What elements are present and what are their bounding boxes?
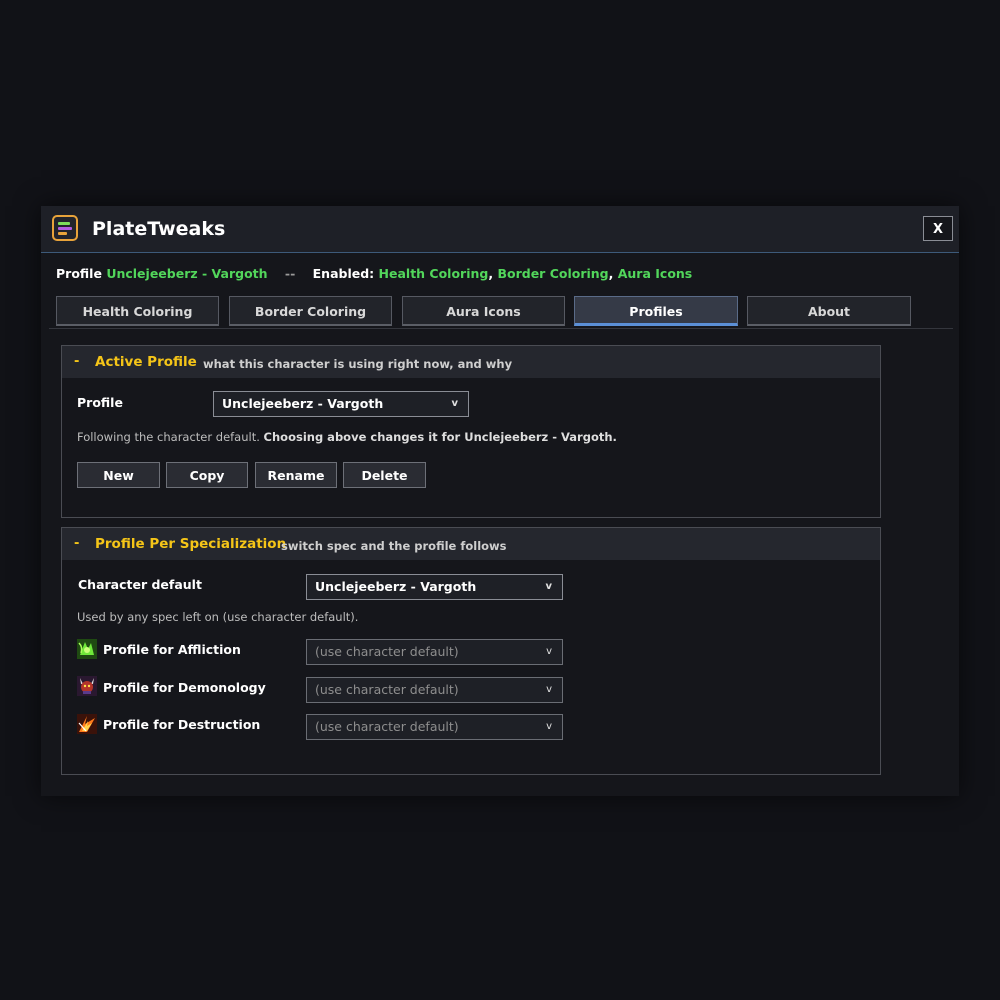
chevron-down-icon: v bbox=[451, 398, 458, 409]
tab-about[interactable]: About bbox=[747, 296, 911, 326]
status-line: Profile Unclejeeberz - Vargoth -- Enable… bbox=[56, 266, 693, 281]
affliction-profile-value: (use character default) bbox=[315, 644, 459, 659]
profile-hint: Following the character default. Choosin… bbox=[77, 430, 617, 444]
destruction-profile-value: (use character default) bbox=[315, 719, 459, 734]
copy-profile-button[interactable]: Copy bbox=[166, 462, 248, 488]
per-spec-panel: - Profile Per Specialization switch spec… bbox=[61, 527, 881, 775]
status-enabled-label: Enabled: bbox=[312, 266, 375, 281]
profile-hint-prefix: Following the character default. bbox=[77, 430, 260, 444]
character-default-label: Character default bbox=[78, 577, 202, 592]
destruction-icon bbox=[77, 714, 97, 734]
status-profile-name: Unclejeeberz - Vargoth bbox=[106, 266, 268, 281]
demonology-icon bbox=[77, 676, 97, 696]
enabled-module: Aura Icons bbox=[617, 266, 693, 281]
chevron-down-icon: v bbox=[545, 581, 552, 592]
rename-profile-button[interactable]: Rename bbox=[255, 462, 337, 488]
destruction-profile-dropdown[interactable]: (use character default) v bbox=[306, 714, 563, 740]
chevron-down-icon: v bbox=[546, 684, 552, 695]
profile-dropdown[interactable]: Unclejeeberz - Vargoth v bbox=[213, 391, 469, 417]
active-profile-header[interactable]: - Active Profile what this character is … bbox=[62, 346, 880, 378]
settings-window: PlateTweaks X Profile Unclejeeberz - Var… bbox=[41, 206, 959, 796]
demonology-profile-dropdown[interactable]: (use character default) v bbox=[306, 677, 563, 703]
character-default-dropdown[interactable]: Unclejeeberz - Vargoth v bbox=[306, 574, 563, 600]
profile-dropdown-value: Unclejeeberz - Vargoth bbox=[222, 396, 384, 411]
per-spec-header[interactable]: - Profile Per Specialization switch spec… bbox=[62, 528, 880, 560]
enabled-module: Health Coloring bbox=[378, 266, 489, 281]
panel-subtitle: switch spec and the profile follows bbox=[281, 539, 507, 553]
profile-hint-rest: Choosing above changes it for Unclejeebe… bbox=[263, 430, 617, 444]
active-profile-panel: - Active Profile what this character is … bbox=[61, 345, 881, 518]
affliction-icon bbox=[77, 639, 97, 659]
tab-divider bbox=[49, 328, 953, 329]
spec-label-destruction: Profile for Destruction bbox=[103, 717, 261, 732]
enabled-module: Border Coloring bbox=[497, 266, 609, 281]
demonology-profile-value: (use character default) bbox=[315, 682, 459, 697]
tab-health-coloring[interactable]: Health Coloring bbox=[56, 296, 219, 326]
app-logo-icon bbox=[52, 215, 78, 241]
affliction-profile-dropdown[interactable]: (use character default) v bbox=[306, 639, 563, 665]
panel-title: Active Profile bbox=[95, 354, 197, 370]
delete-profile-button[interactable]: Delete bbox=[343, 462, 426, 488]
status-separator: -- bbox=[284, 266, 296, 281]
tab-profiles[interactable]: Profiles bbox=[574, 296, 738, 326]
chevron-down-icon: v bbox=[546, 646, 552, 657]
window-title: PlateTweaks bbox=[92, 218, 226, 240]
new-profile-button[interactable]: New bbox=[77, 462, 160, 488]
character-default-hint: Used by any spec left on (use character … bbox=[77, 610, 359, 624]
tab-aura-icons[interactable]: Aura Icons bbox=[402, 296, 565, 326]
panel-title: Profile Per Specialization bbox=[95, 536, 287, 552]
collapse-toggle[interactable]: - bbox=[74, 354, 79, 369]
profile-label: Profile bbox=[77, 395, 123, 410]
status-profile-label: Profile bbox=[56, 266, 102, 281]
spec-label-affliction: Profile for Affliction bbox=[103, 642, 241, 657]
chevron-down-icon: v bbox=[546, 721, 552, 732]
panel-subtitle: what this character is using right now, … bbox=[203, 357, 513, 371]
title-bar[interactable]: PlateTweaks X bbox=[41, 206, 959, 253]
close-button[interactable]: X bbox=[923, 216, 953, 241]
collapse-toggle[interactable]: - bbox=[74, 536, 79, 551]
tab-border-coloring[interactable]: Border Coloring bbox=[229, 296, 392, 326]
spec-label-demonology: Profile for Demonology bbox=[103, 680, 266, 695]
character-default-value: Unclejeeberz - Vargoth bbox=[315, 579, 477, 594]
